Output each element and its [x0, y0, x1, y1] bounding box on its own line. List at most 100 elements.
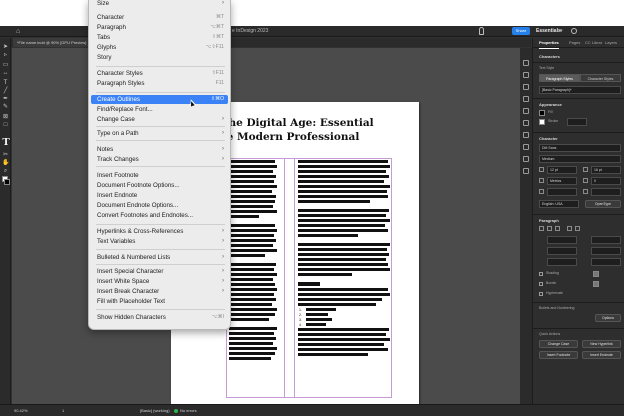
border-checkbox[interactable] [539, 282, 543, 286]
stroke-swatch-icon[interactable] [4, 179, 10, 185]
menu-item-insert-footnote[interactable]: Insert Footnote [91, 171, 228, 180]
zoom-tool-icon[interactable]: ⌕ [2, 168, 9, 174]
gradient-icon[interactable] [523, 156, 529, 162]
type-on-path-icon[interactable]: T [1, 136, 11, 148]
text-column-left[interactable] [229, 160, 277, 404]
workspace-switcher[interactable]: Essentials [536, 26, 561, 37]
color-icon[interactable] [523, 144, 529, 150]
align-center-icon[interactable] [547, 226, 552, 231]
hyphenate-checkbox[interactable] [539, 292, 543, 296]
menu-item-paragraph[interactable]: Paragraph ⌥⌘T [91, 23, 228, 32]
menu-item-insert-special-character[interactable]: Insert Special Character › [91, 267, 228, 276]
paragraph-styles-tab[interactable]: Paragraph Styles [539, 74, 580, 82]
tab-pages[interactable]: Pages [569, 38, 580, 48]
menu-item-hyperlinks-cross-references[interactable]: Hyperlinks & Cross-References › [91, 227, 228, 236]
align-left-icon[interactable] [539, 226, 544, 231]
type-tool-icon[interactable]: T [2, 80, 9, 86]
leading-field[interactable]: 16 pt [591, 166, 621, 174]
right-indent-field[interactable] [591, 236, 621, 244]
change-case-button[interactable]: Change Case [539, 340, 578, 348]
article-headline[interactable]: ng the Digital Age: Essential r the Mode… [205, 116, 419, 144]
scissors-tool-icon[interactable]: ✂ [2, 152, 9, 158]
character-styles-tab[interactable]: Character Styles [580, 74, 621, 82]
properties-icon[interactable] [523, 60, 529, 66]
rectangle-tool-icon[interactable]: □ [2, 122, 9, 128]
menu-item-document-endnote-options[interactable]: Document Endnote Options... [91, 201, 228, 210]
layers-icon[interactable] [523, 84, 529, 90]
language-select[interactable]: English: USA [539, 200, 579, 208]
insert-footnote-button[interactable]: Insert Footnote [539, 351, 578, 359]
menu-item-insert-white-space[interactable]: Insert White Space › [91, 277, 228, 286]
tab-cc-libraries[interactable]: CC Libraries [585, 38, 602, 48]
menu-item-character-styles[interactable]: Character Styles ⇧F11 [91, 69, 228, 78]
drop-cap-field[interactable] [591, 258, 621, 266]
menu-item-size[interactable]: Size › [91, 0, 228, 8]
tab-properties[interactable]: Properties [539, 38, 559, 49]
menu-item-convert-footnotes-and-endnotes[interactable]: Convert Footnotes and Endnotes... [91, 211, 228, 220]
document-tab[interactable]: *File name.indd @ 90% [GPU Preview] [13, 38, 91, 47]
font-family-select[interactable]: DM Sans [539, 144, 621, 152]
preflight-errors[interactable]: No errors [180, 407, 197, 415]
opentype-button[interactable]: OpenType [585, 200, 621, 208]
menu-item-show-hidden-characters[interactable]: Show Hidden Characters ⌥⌘I [91, 313, 228, 322]
new-hyperlink-button[interactable]: New Hyperlink [582, 340, 621, 348]
stroke-swatch[interactable] [539, 119, 545, 125]
pages-icon[interactable] [523, 72, 529, 78]
border-color-swatch[interactable] [593, 281, 599, 287]
fill-swatch[interactable] [539, 110, 545, 116]
menu-item-text-variables[interactable]: Text Variables › [91, 237, 228, 246]
space-before-field[interactable] [547, 247, 577, 255]
gap-tool-icon[interactable]: ↔ [2, 70, 9, 76]
menu-item-character[interactable]: Character ⌘T [91, 13, 228, 22]
links-icon[interactable] [523, 96, 529, 102]
selection-tool-icon[interactable]: ➤ [2, 44, 9, 50]
share-button[interactable]: Share [512, 27, 530, 35]
hand-tool-icon[interactable]: ✋ [2, 160, 9, 166]
zoom-level-field[interactable]: 90.42% [14, 407, 28, 415]
justify-all-icon[interactable] [575, 226, 580, 231]
menu-item-bulleted-numbered-lists[interactable]: Bulleted & Numbered Lists › [91, 253, 228, 262]
shading-checkbox[interactable] [539, 272, 543, 276]
space-after-field[interactable] [591, 247, 621, 255]
tab-layers[interactable]: Layers [605, 38, 617, 48]
menu-item-insert-endnote[interactable]: Insert Endnote [91, 191, 228, 200]
paragraph-style-select[interactable]: [Basic Paragraph]+ [539, 86, 621, 94]
effects-icon[interactable] [523, 168, 529, 174]
options-button[interactable]: Options [595, 314, 621, 322]
preflight-profile[interactable]: [Basic] (working) [140, 407, 170, 415]
chevron-down-icon[interactable]: ▾ [560, 26, 563, 37]
page-tool-icon[interactable]: ▭ [2, 62, 9, 68]
shading-color-swatch[interactable] [593, 271, 599, 277]
font-size-field[interactable]: 12 pt [547, 166, 577, 174]
line-tool-icon[interactable]: ╱ [2, 88, 9, 94]
vertical-scale-field[interactable] [547, 188, 577, 196]
numbered-list[interactable]: 1. 2. 3. 4. [298, 308, 390, 328]
cc-libraries-icon[interactable] [523, 132, 529, 138]
stroke-weight-field[interactable] [567, 118, 587, 126]
page-number-field[interactable]: 1 [62, 407, 64, 415]
menu-item-story[interactable]: Story [91, 53, 228, 62]
stroke-icon[interactable] [523, 108, 529, 114]
font-style-select[interactable]: Medium [539, 155, 621, 163]
swatches-icon[interactable] [523, 120, 529, 126]
menu-item-find-replace-font[interactable]: Find/Replace Font... [91, 105, 228, 114]
horizontal-scale-field[interactable] [591, 188, 621, 196]
tracking-field[interactable]: 0 [591, 177, 621, 185]
rectangle-frame-tool-icon[interactable]: ⊠ [2, 114, 9, 120]
menu-item-change-case[interactable]: Change Case › [91, 115, 228, 124]
lightbulb-icon[interactable] [479, 27, 484, 35]
kerning-field[interactable]: Metrics [547, 177, 577, 185]
menu-item-document-footnote-options[interactable]: Document Footnote Options... [91, 181, 228, 190]
menu-item-paragraph-styles[interactable]: Paragraph Styles F11 [91, 79, 228, 88]
menu-item-fill-with-placeholder-text[interactable]: Fill with Placeholder Text [91, 297, 228, 306]
pen-tool-icon[interactable]: ✒ [2, 96, 9, 102]
first-line-indent-field[interactable] [547, 258, 577, 266]
justify-icon[interactable] [567, 226, 572, 231]
align-right-icon[interactable] [555, 226, 560, 231]
home-icon[interactable]: ⌂ [16, 27, 20, 36]
search-icon[interactable] [571, 28, 577, 34]
menu-item-create-outlines[interactable]: Create Outlines ⇧⌘O [91, 95, 228, 104]
insert-endnote-button[interactable]: Insert Endnote [582, 351, 621, 359]
text-column-right[interactable]: 1. 2. 3. 4. [298, 160, 390, 404]
menu-item-notes[interactable]: Notes › [91, 145, 228, 154]
